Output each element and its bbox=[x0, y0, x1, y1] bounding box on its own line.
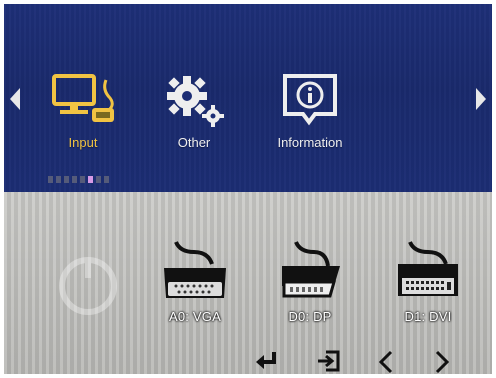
page-indicator-dot bbox=[48, 176, 53, 183]
page-indicator-dot-active bbox=[88, 176, 93, 183]
vga-connector-icon bbox=[164, 241, 226, 298]
page-indicator-dot bbox=[64, 176, 69, 183]
auto-source-item[interactable] bbox=[44, 246, 132, 334]
dvi-connector-icon bbox=[398, 241, 458, 296]
chevron-left-icon[interactable] bbox=[376, 350, 396, 374]
chevron-left-icon[interactable] bbox=[10, 88, 20, 110]
page-indicator-dot bbox=[80, 176, 85, 183]
source-vga[interactable]: A0: VGA bbox=[158, 238, 232, 324]
source-dvi[interactable]: D1: DVI bbox=[390, 238, 466, 324]
source-label: D1: DVI bbox=[404, 309, 452, 324]
source-dp[interactable]: D0: DP bbox=[272, 238, 348, 324]
menu-item-input[interactable]: Input bbox=[44, 72, 122, 150]
menu-item-other[interactable]: Other bbox=[154, 72, 234, 150]
source-label: A0: VGA bbox=[169, 309, 221, 324]
info-icon bbox=[283, 74, 337, 126]
page-indicator-dot bbox=[56, 176, 61, 183]
page-indicator-dot bbox=[96, 176, 101, 183]
source-label: D0: DP bbox=[288, 309, 332, 324]
gear-icon bbox=[167, 76, 224, 127]
auto-source-icon bbox=[59, 257, 117, 315]
menu-item-label: Information bbox=[277, 135, 343, 150]
exit-icon[interactable] bbox=[316, 350, 342, 372]
page-indicator bbox=[48, 176, 109, 184]
osd-screen: Input Other Information A0: VGA D0: DP D… bbox=[4, 4, 492, 374]
displayport-connector-icon bbox=[282, 241, 340, 298]
chevron-right-icon[interactable] bbox=[432, 350, 452, 374]
menu-item-information[interactable]: Information bbox=[262, 72, 358, 150]
page-indicator-dot bbox=[72, 176, 77, 183]
menu-item-label: Other bbox=[177, 135, 211, 150]
chevron-right-icon[interactable] bbox=[476, 88, 486, 110]
page-indicator-dot bbox=[104, 176, 109, 183]
monitor-input-icon bbox=[52, 74, 114, 122]
enter-icon[interactable] bbox=[254, 350, 280, 372]
menu-item-label: Input bbox=[68, 135, 98, 150]
